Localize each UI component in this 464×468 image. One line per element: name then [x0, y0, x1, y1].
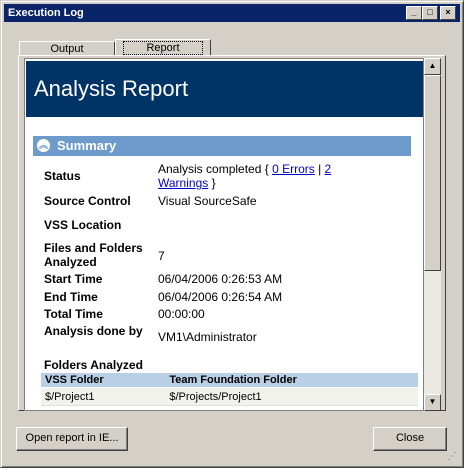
tab-report-label: Report	[123, 41, 203, 55]
column-header-vss-folder: VSS Folder	[41, 373, 166, 388]
minimize-button[interactable]: _	[406, 6, 422, 20]
folders-table: VSS Folder Team Foundation Folder $/Proj…	[41, 373, 418, 406]
end-time-value: 06/04/2006 0:26:54 AM	[158, 290, 283, 304]
scroll-down-button[interactable]: ▼	[424, 394, 441, 411]
close-button[interactable]: Close	[373, 427, 447, 451]
table-row: $/Project1 $/Projects/Project1	[41, 387, 418, 406]
analysis-by-label: Analysis done by	[44, 324, 143, 338]
vertical-scrollbar[interactable]: ▲ ▼	[424, 58, 441, 411]
files-analyzed-label: Files and Folders Analyzed	[44, 241, 143, 269]
scroll-thumb[interactable]	[424, 75, 441, 271]
status-text-end: }	[208, 176, 216, 190]
tab-output-label: Output	[50, 43, 84, 55]
summary-section-header[interactable]: ︽ Summary	[33, 136, 411, 156]
status-separator: |	[314, 162, 325, 176]
report-view[interactable]: Analysis Report ︽ Summary Status Analysi…	[24, 58, 424, 411]
maximize-button[interactable]: □	[422, 6, 438, 20]
files-analyzed-value: 7	[158, 249, 165, 263]
analysis-by-value: VM1\Administrator	[158, 330, 257, 344]
folders-analyzed-title: Folders Analyzed	[44, 358, 143, 372]
status-value: Analysis completed { 0 Errors | 2 Warnin…	[158, 162, 368, 190]
start-time-value: 06/04/2006 0:26:53 AM	[158, 272, 283, 286]
source-control-label: Source Control	[44, 194, 131, 208]
title-bar[interactable]: Execution Log _ □ ×	[4, 4, 460, 22]
errors-link[interactable]: 0 Errors	[272, 162, 315, 176]
summary-title: Summary	[57, 138, 117, 153]
vss-location-label: VSS Location	[44, 218, 122, 232]
source-control-value: Visual SourceSafe	[158, 194, 257, 208]
scroll-up-button[interactable]: ▲	[424, 58, 441, 75]
close-window-button[interactable]: ×	[440, 6, 456, 20]
folders-table-header: VSS Folder Team Foundation Folder	[41, 373, 418, 388]
tfs-folder-cell: $/Projects/Project1	[165, 387, 418, 406]
start-time-label: Start Time	[44, 272, 103, 286]
vss-folder-cell: $/Project1	[41, 387, 166, 406]
open-report-in-ie-button[interactable]: Open report in IE...	[16, 427, 128, 451]
collapse-icon[interactable]: ︽	[37, 139, 50, 152]
status-label: Status	[44, 169, 81, 183]
window-title: Execution Log	[8, 7, 84, 19]
resize-grip-icon[interactable]: ⋰	[447, 451, 459, 463]
total-time-label: Total Time	[44, 307, 103, 321]
tab-output[interactable]: Output	[19, 41, 115, 56]
column-header-tfs-folder: Team Foundation Folder	[165, 373, 418, 388]
status-text: Analysis completed {	[158, 162, 273, 176]
total-time-value: 00:00:00	[158, 307, 205, 321]
report-heading: Analysis Report	[26, 61, 423, 117]
end-time-label: End Time	[44, 290, 98, 304]
